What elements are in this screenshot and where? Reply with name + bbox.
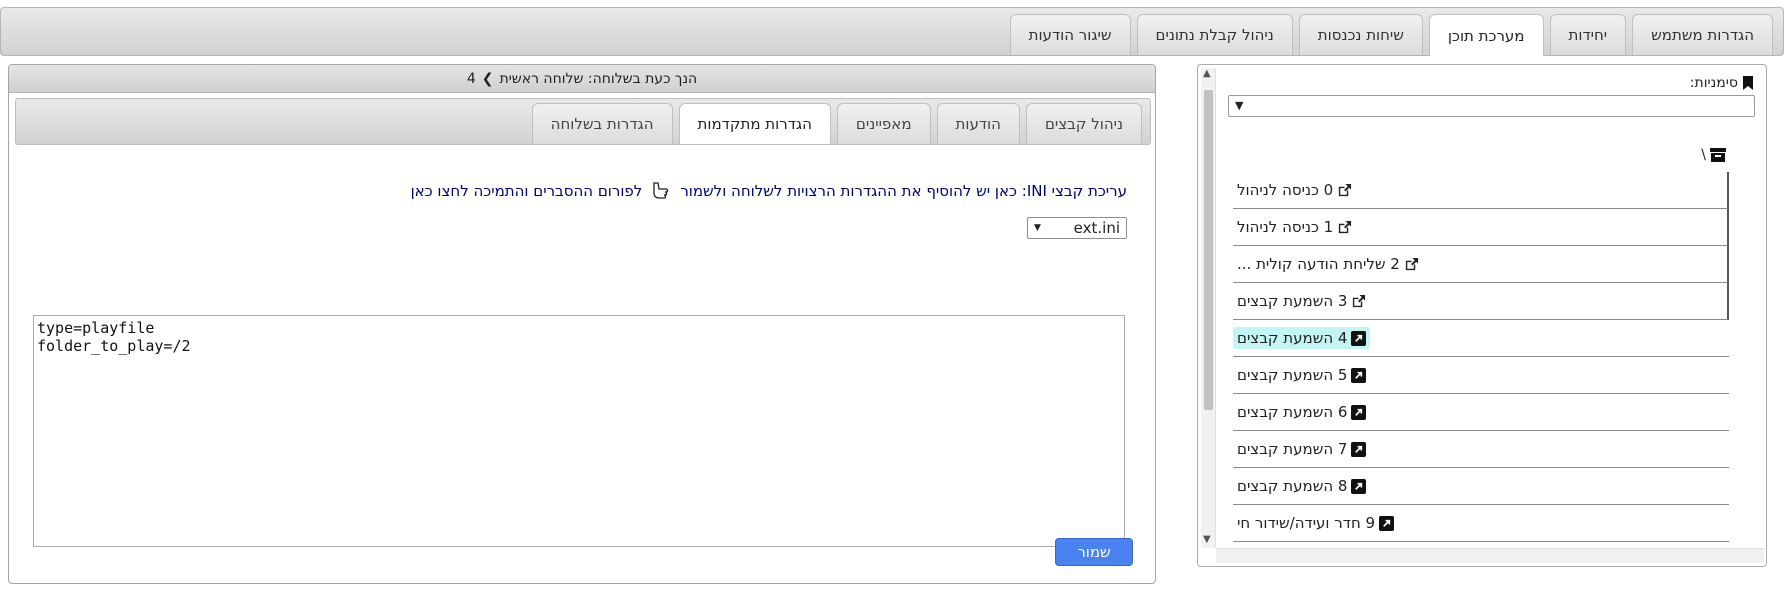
tree-node-label[interactable]: 6 השמעת קבצים <box>1233 401 1370 423</box>
link-arrow-icon <box>1379 515 1395 531</box>
tree-node-text: 5 השמעת קבצים <box>1237 366 1348 384</box>
bookmarks-label: סימניות: <box>1690 75 1754 91</box>
tab-message-dispatch[interactable]: שיגור הודעות <box>1009 14 1131 55</box>
scroll-thumb[interactable] <box>1204 90 1213 410</box>
tree-node-label[interactable]: 2 שליחת הודעה קולית ... <box>1233 253 1423 275</box>
sidebar-horizontal-scrollbar[interactable] <box>1216 548 1764 563</box>
tree-node-text: 4 השמעת קבצים <box>1237 329 1348 347</box>
tab-units[interactable]: יחידות <box>1549 14 1627 55</box>
chevron-left-icon: ❯ <box>481 70 494 87</box>
tree-node-text: 3 השמעת קבצים <box>1237 292 1348 310</box>
external-link-icon <box>1339 220 1352 233</box>
tree-node[interactable]: 5 השמעת קבצים <box>1233 357 1729 394</box>
tree-node-selected[interactable]: 4 השמעת קבצים <box>1233 320 1729 357</box>
tree-root-label: \ <box>1701 147 1706 163</box>
tree-node-text: 7 השמעת קבצים <box>1237 440 1348 458</box>
tab-messages[interactable]: הודעות <box>936 103 1020 144</box>
external-link-icon <box>1353 294 1366 307</box>
tab-incoming-calls[interactable]: שיחות נכנסות <box>1298 14 1423 55</box>
tab-user-settings[interactable]: הגדרות משתמש <box>1632 14 1773 55</box>
current-extension-header: הנך כעת בשלוחה: שלוחה ראשית ❯ 4 <box>9 65 1155 93</box>
extension-tabs-bar: ניהול קבצים הודעות מאפיינים הגדרות מתקדמ… <box>15 98 1151 145</box>
tree-node[interactable]: 9 חדר ועידה/שידור חי <box>1233 505 1729 542</box>
top-tabs: הגדרות משתמש יחידות מערכת תוכן שיחות נכנ… <box>1009 14 1773 56</box>
tree-node-label[interactable]: 3 השמעת קבצים <box>1233 290 1370 312</box>
tab-advanced-settings[interactable]: הגדרות מתקדמות <box>678 103 831 144</box>
link-arrow-icon <box>1351 330 1367 346</box>
tree-node[interactable]: 2 שליחת הודעה קולית ... <box>1233 246 1729 283</box>
tree-node[interactable]: 1 כניסה לניהול <box>1233 209 1729 246</box>
archive-box-icon <box>1710 148 1726 162</box>
editor-wrapper: type=playfile folder_to_play=/2 <box>9 159 1155 547</box>
ini-editor-textarea[interactable]: type=playfile folder_to_play=/2 <box>33 315 1125 547</box>
extension-tabs: ניהול קבצים הודעות מאפיינים הגדרות מתקדמ… <box>531 103 1142 144</box>
external-link-icon <box>1405 257 1418 270</box>
extension-settings-panel: הנך כעת בשלוחה: שלוחה ראשית ❯ 4 ניהול קב… <box>8 64 1156 584</box>
save-button[interactable]: שמור <box>1055 538 1133 566</box>
tab-content-system[interactable]: מערכת תוכן <box>1428 14 1544 56</box>
tree-node-label[interactable]: 0 כניסה לניהול <box>1233 179 1356 201</box>
tree-node[interactable]: 8 השמעת קבצים <box>1233 468 1729 505</box>
tree-node[interactable]: 0 כניסה לניהול <box>1233 172 1729 209</box>
link-arrow-icon <box>1351 404 1367 420</box>
tree-node-text: 1 כניסה לניהול <box>1237 218 1334 236</box>
bookmark-icon <box>1743 76 1753 90</box>
scroll-up-arrow-icon[interactable]: ▲ <box>1203 68 1211 79</box>
tree-root[interactable]: \ <box>1701 147 1726 163</box>
extension-tree: 0 כניסה לניהול 1 כניסה לניהול 2 שליחת הו… <box>1233 172 1729 542</box>
tree-node[interactable]: 3 השמעת קבצים <box>1233 283 1729 320</box>
link-arrow-icon <box>1351 367 1367 383</box>
tab-extension-settings[interactable]: הגדרות בשלוחה <box>531 103 673 144</box>
tree-node-text: 8 השמעת קבצים <box>1237 477 1348 495</box>
top-navigation-bar: הגדרות משתמש יחידות מערכת תוכן שיחות נכנ… <box>0 7 1784 56</box>
link-arrow-icon <box>1351 478 1367 494</box>
sidebar-vertical-scrollbar[interactable]: ▲ ▼ <box>1201 68 1216 548</box>
tree-node-text: 6 השמעת קבצים <box>1237 403 1348 421</box>
bookmarks-label-text: סימניות: <box>1689 75 1738 91</box>
tab-properties[interactable]: מאפיינים <box>836 103 931 144</box>
tree-node-label[interactable]: 9 חדר ועידה/שידור חי <box>1233 512 1398 534</box>
tree-node-label[interactable]: 5 השמעת קבצים <box>1233 364 1370 386</box>
tree-node-text: 9 חדר ועידה/שידור חי <box>1237 514 1376 532</box>
tree-node-label[interactable]: 4 השמעת קבצים <box>1233 327 1371 349</box>
tree-node[interactable]: 7 השמעת קבצים <box>1233 431 1729 468</box>
tree-node-text: 2 שליחת הודעה קולית ... <box>1237 255 1400 273</box>
extension-tree-panel: ▲ ▼ סימניות: ▼ \ 0 כניסה לניהול 1 כניסה … <box>1197 64 1767 567</box>
current-extension-number: 4 <box>466 70 476 87</box>
tab-data-collection[interactable]: ניהול קבלת נתונים <box>1136 14 1293 55</box>
tree-node-label[interactable]: 1 כניסה לניהול <box>1233 216 1356 238</box>
tree-node[interactable]: 6 השמעת קבצים <box>1233 394 1729 431</box>
tree-node-label[interactable]: 7 השמעת קבצים <box>1233 438 1370 460</box>
chevron-down-icon: ▼ <box>1235 99 1244 112</box>
tree-node-text: 0 כניסה לניהול <box>1237 181 1334 199</box>
external-link-icon <box>1339 183 1352 196</box>
bookmarks-select[interactable]: ▼ <box>1228 95 1755 117</box>
tree-node-label[interactable]: 8 השמעת קבצים <box>1233 475 1370 497</box>
tab-file-management[interactable]: ניהול קבצים <box>1025 103 1142 144</box>
link-arrow-icon <box>1351 441 1367 457</box>
current-extension-prefix: הנך כעת בשלוחה: שלוחה ראשית <box>499 70 698 87</box>
scroll-down-arrow-icon[interactable]: ▼ <box>1203 534 1211 545</box>
